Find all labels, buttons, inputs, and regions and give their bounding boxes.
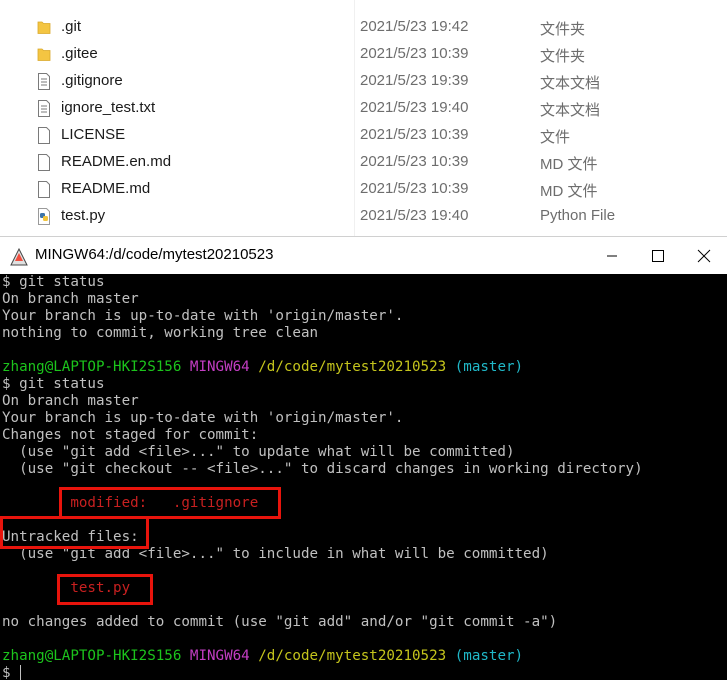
text-file-icon (37, 73, 51, 90)
terminal-line: $ git status (2, 274, 105, 290)
window-title: MINGW64:/d/code/mytest20210523 (35, 246, 274, 263)
title-bar[interactable]: MINGW64:/d/code/mytest20210523 (0, 236, 727, 274)
minimize-button[interactable] (589, 237, 635, 274)
prompt-branch: (master) (454, 648, 524, 664)
terminal-console[interactable]: $ git status On branch master Your branc… (0, 274, 727, 680)
file-row[interactable]: .git 2021/5/23 19:42 文件夹 (0, 14, 727, 41)
file-row[interactable]: LICENSE 2021/5/23 10:39 文件 (0, 122, 727, 149)
file-type: 文本文档 (540, 102, 601, 119)
terminal-line: (use "git checkout -- <file>..." to disc… (2, 461, 643, 477)
file-type: MD 文件 (540, 156, 598, 173)
file-modified-date: 2021/5/23 10:39 (360, 153, 469, 170)
file-type: Python File (540, 207, 616, 224)
file-modified-date: 2021/5/23 10:39 (360, 180, 469, 197)
text-cursor (20, 665, 21, 680)
close-icon (697, 249, 711, 263)
file-name: .gitee (61, 45, 98, 62)
file-modified-date: 2021/5/23 19:40 (360, 207, 469, 224)
highlight-box-untracked-file (57, 574, 153, 605)
file-name: ignore_test.txt (61, 99, 156, 116)
file-row[interactable]: ignore_test.txt 2021/5/23 19:40 文本文档 (0, 95, 727, 122)
terminal-line: On branch master (2, 291, 139, 307)
terminal-input-line[interactable]: $ (2, 665, 19, 680)
file-type: MD 文件 (540, 183, 598, 200)
highlight-box-modified (59, 487, 281, 519)
git-bash-icon (10, 248, 28, 266)
file-row[interactable]: README.md 2021/5/23 10:39 MD 文件 (0, 176, 727, 203)
terminal-line: $ git status (2, 376, 105, 392)
file-icon (37, 181, 51, 198)
prompt-env: MINGW64 (189, 359, 250, 375)
minimize-icon (607, 255, 617, 257)
file-row[interactable]: .gitignore 2021/5/23 19:39 文本文档 (0, 68, 727, 95)
close-button[interactable] (681, 237, 727, 274)
file-icon (37, 127, 51, 144)
prompt-branch: (master) (454, 359, 524, 375)
prompt-env: MINGW64 (189, 648, 250, 664)
file-name: README.md (61, 180, 151, 197)
prompt-user: zhang@LAPTOP-HKI2S156 (2, 359, 182, 375)
terminal-line: (use "git add <file>..." to update what … (2, 444, 515, 460)
highlight-box-untracked-header (0, 516, 149, 549)
file-type: 文件 (540, 129, 571, 146)
file-row[interactable]: .gitee 2021/5/23 10:39 文件夹 (0, 41, 727, 68)
file-name: README.en.md (61, 153, 172, 170)
file-modified-date: 2021/5/23 19:40 (360, 99, 469, 116)
maximize-button[interactable] (635, 237, 681, 274)
folder-icon (37, 19, 51, 36)
file-type: 文件夹 (540, 48, 586, 65)
terminal-line: nothing to commit, working tree clean (2, 325, 319, 341)
terminal-window: MINGW64:/d/code/mytest20210523 $ git sta… (0, 236, 727, 680)
terminal-line: On branch master (2, 393, 139, 409)
file-modified-date: 2021/5/23 19:42 (360, 18, 469, 35)
terminal-line: Your branch is up-to-date with 'origin/m… (2, 410, 404, 426)
prompt-user: zhang@LAPTOP-HKI2S156 (2, 648, 182, 664)
terminal-prompt: zhang@LAPTOP-HKI2S156 MINGW64 /d/code/my… (2, 359, 523, 376)
terminal-prompt: zhang@LAPTOP-HKI2S156 MINGW64 /d/code/my… (2, 648, 523, 665)
file-icon (37, 154, 51, 171)
file-explorer-list: .git 2021/5/23 19:42 文件夹 .gitee 2021/5/23 10… (0, 0, 727, 236)
file-type: 文本文档 (540, 75, 601, 92)
file-type: 文件夹 (540, 21, 586, 38)
file-modified-date: 2021/5/23 10:39 (360, 45, 469, 62)
file-row[interactable]: test.py 2021/5/23 19:40 Python File (0, 203, 727, 230)
python-file-icon (37, 208, 51, 225)
maximize-icon (652, 250, 664, 262)
terminal-line: Your branch is up-to-date with 'origin/m… (2, 308, 404, 324)
file-modified-date: 2021/5/23 19:39 (360, 72, 469, 89)
file-name: LICENSE (61, 126, 126, 143)
file-name: test.py (61, 207, 106, 224)
file-name: .gitignore (61, 72, 123, 89)
folder-icon (37, 46, 51, 63)
prompt-path: /d/code/mytest20210523 (258, 359, 447, 375)
file-row[interactable]: README.en.md 2021/5/23 10:39 MD 文件 (0, 149, 727, 176)
file-modified-date: 2021/5/23 10:39 (360, 126, 469, 143)
terminal-line: Changes not staged for commit: (2, 427, 259, 443)
text-file-icon (37, 100, 51, 117)
file-name: .git (61, 18, 82, 35)
terminal-line: no changes added to commit (use "git add… (2, 614, 558, 630)
prompt-path: /d/code/mytest20210523 (258, 648, 447, 664)
